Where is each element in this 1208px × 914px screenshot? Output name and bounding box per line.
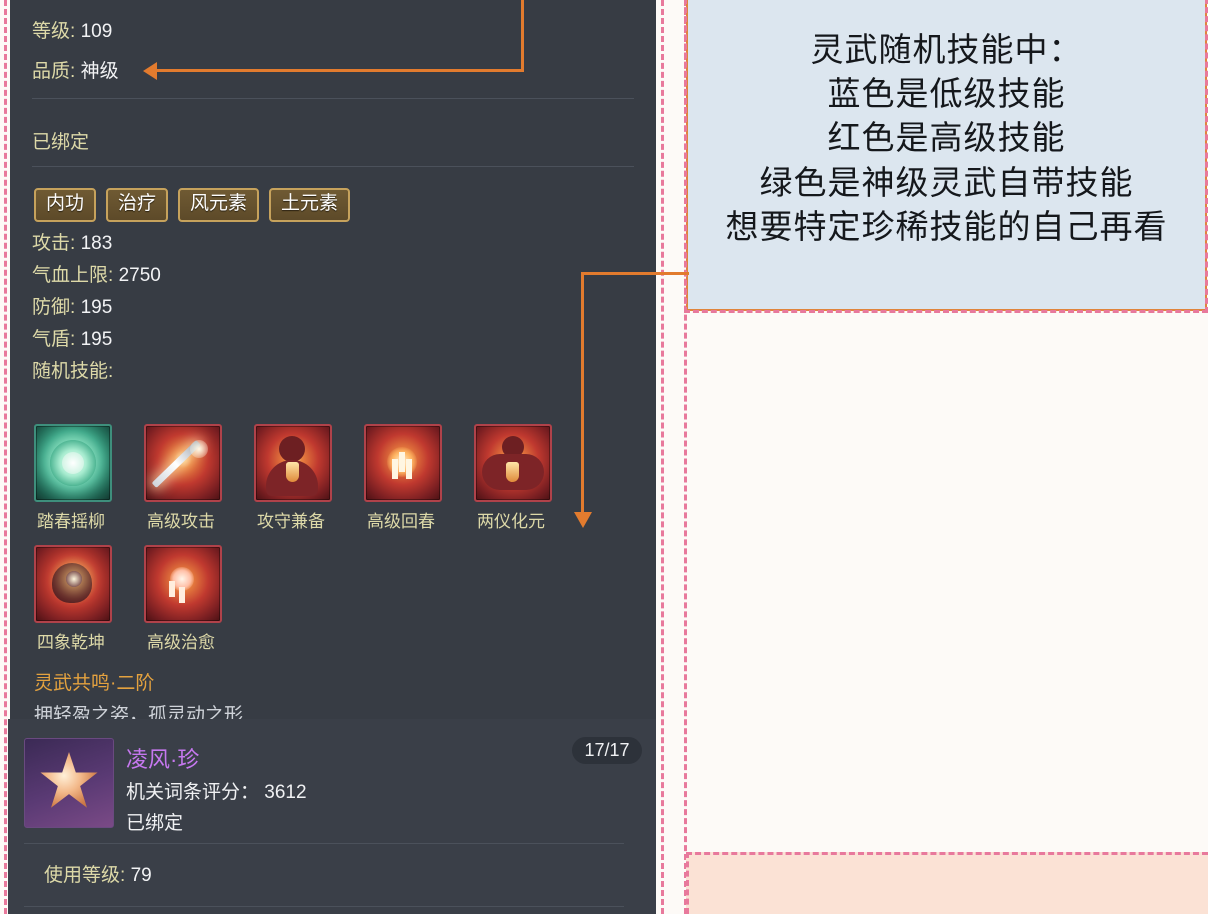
skill-icon-sparkle-heal[interactable] <box>144 545 222 623</box>
bound-status: 已绑定 <box>32 132 90 153</box>
connector-2-horizontal <box>581 272 689 275</box>
random-skills-row: 随机技能: <box>10 362 161 381</box>
stat-value: 2750 <box>118 265 161 286</box>
stat-row: 气盾: 195 <box>10 330 161 349</box>
attribute-tag[interactable]: 治疗 <box>106 188 169 222</box>
skill-item[interactable]: 高级治愈 <box>144 545 222 653</box>
stat-row: 气血上限: 2750 <box>10 266 161 285</box>
skill-item[interactable]: 高级攻击 <box>144 424 222 532</box>
use-level-row: 使用等级: 79 <box>22 866 152 885</box>
divider-1 <box>32 98 634 99</box>
skill-row-1: 踏春摇柳 高级攻击 攻守兼备 高级回春 两仪化元 <box>34 424 552 532</box>
use-level-label: 使用等级: <box>44 865 126 886</box>
divider-4 <box>24 906 624 907</box>
divider-3 <box>24 843 624 844</box>
skill-item[interactable]: 攻守兼备 <box>254 424 332 532</box>
skill-icon-flower[interactable] <box>34 424 112 502</box>
quality-row: 品质: 神级 <box>10 62 119 81</box>
skill-label: 四象乾坤 <box>37 633 105 652</box>
level-label: 等级: <box>32 21 76 42</box>
item-count-badge: 17/17 <box>572 737 642 764</box>
divider-2 <box>32 166 634 167</box>
item-name: 凌风·珍 <box>126 747 200 772</box>
stat-label: 气血上限: <box>32 265 114 286</box>
resonance-title: 灵武共鸣·二阶 <box>34 673 155 694</box>
annotation-line: 红色是高级技能 <box>827 118 1066 158</box>
skill-label: 高级治愈 <box>147 633 215 652</box>
stat-label: 气盾: <box>32 329 76 350</box>
stat-value: 195 <box>80 329 113 350</box>
weapon-detail-panel: 等级: 109 品质: 神级 已绑定 内功 治疗 风元素 土元素 攻击: 183… <box>10 0 656 719</box>
skill-label: 高级攻击 <box>147 512 215 531</box>
annotation-callout-box: 灵武随机技能中： 蓝色是低级技能 红色是高级技能 绿色是神级灵武自带技能 想要特… <box>686 0 1207 311</box>
skill-label: 两仪化元 <box>477 512 545 531</box>
stat-row: 攻击: 183 <box>10 234 161 253</box>
skill-label: 踏春摇柳 <box>37 512 105 531</box>
empty-peach-box <box>686 852 1208 914</box>
stat-label: 防御: <box>32 297 76 318</box>
item-score: 机关词条评分： 3612 <box>126 782 307 803</box>
skill-item[interactable]: 四象乾坤 <box>34 545 112 653</box>
item-thumbnail[interactable] <box>24 738 114 828</box>
attribute-tag-list: 内功 治疗 风元素 土元素 <box>34 188 351 222</box>
page-rail-middle <box>661 0 664 914</box>
attribute-tag[interactable]: 风元素 <box>178 188 260 222</box>
skill-grid: 踏春摇柳 高级攻击 攻守兼备 高级回春 两仪化元 四象乾坤 高级治愈 <box>34 424 552 666</box>
annotation-line: 想要特定珍稀技能的自己再看 <box>725 206 1168 246</box>
connector-1-vertical <box>521 0 524 71</box>
attribute-tag[interactable]: 土元素 <box>269 188 351 222</box>
level-value: 109 <box>80 21 113 42</box>
star-polyhedron-icon <box>40 752 98 808</box>
skill-label: 高级回春 <box>367 512 435 531</box>
stat-label: 攻击: <box>32 233 76 254</box>
skill-item[interactable]: 高级回春 <box>364 424 442 532</box>
screenshot-stage: 等级: 109 品质: 神级 已绑定 内功 治疗 风元素 土元素 攻击: 183… <box>0 0 1208 914</box>
stat-list: 攻击: 183 气血上限: 2750 防御: 195 气盾: 195 随机技能: <box>10 234 161 394</box>
skill-label: 攻守兼备 <box>257 512 325 531</box>
connector-1-horizontal <box>150 69 524 72</box>
quality-value: 神级 <box>80 61 119 82</box>
quality-label: 品质: <box>32 61 76 82</box>
page-rail-left <box>4 0 7 914</box>
skill-item[interactable]: 踏春摇柳 <box>34 424 112 532</box>
arrow-head-left-icon <box>143 62 157 80</box>
use-level-value: 79 <box>130 865 152 886</box>
skill-row-2: 四象乾坤 高级治愈 <box>34 545 548 653</box>
stat-value: 195 <box>80 297 113 318</box>
item-bound-status: 已绑定 <box>126 813 184 834</box>
skill-icon-guard-body[interactable] <box>254 424 332 502</box>
level-row: 等级: 109 <box>10 22 112 41</box>
connector-2-vertical <box>581 272 584 517</box>
arrow-head-down-icon <box>574 512 592 528</box>
resonance-description: 拥轻盈之姿，孤灵动之形 <box>34 705 244 719</box>
stat-row: 防御: 195 <box>10 298 161 317</box>
skill-icon-flex-muscle[interactable] <box>474 424 552 502</box>
annotation-line: 蓝色是低级技能 <box>827 74 1066 114</box>
skill-icon-cross-heal[interactable] <box>364 424 442 502</box>
stat-value: 183 <box>80 233 113 254</box>
skill-item[interactable]: 两仪化元 <box>474 424 552 532</box>
skill-icon-head-mind[interactable] <box>34 545 112 623</box>
attribute-tag[interactable]: 内功 <box>34 188 97 222</box>
annotation-line: 灵武随机技能中： <box>810 30 1083 69</box>
annotation-text: 灵武随机技能中： 蓝色是低级技能 红色是高级技能 绿色是神级灵武自带技能 想要特… <box>688 28 1205 249</box>
random-skills-label: 随机技能: <box>32 361 114 382</box>
skill-icon-sword[interactable] <box>144 424 222 502</box>
annotation-line: 绿色是神级灵武自带技能 <box>759 162 1134 202</box>
